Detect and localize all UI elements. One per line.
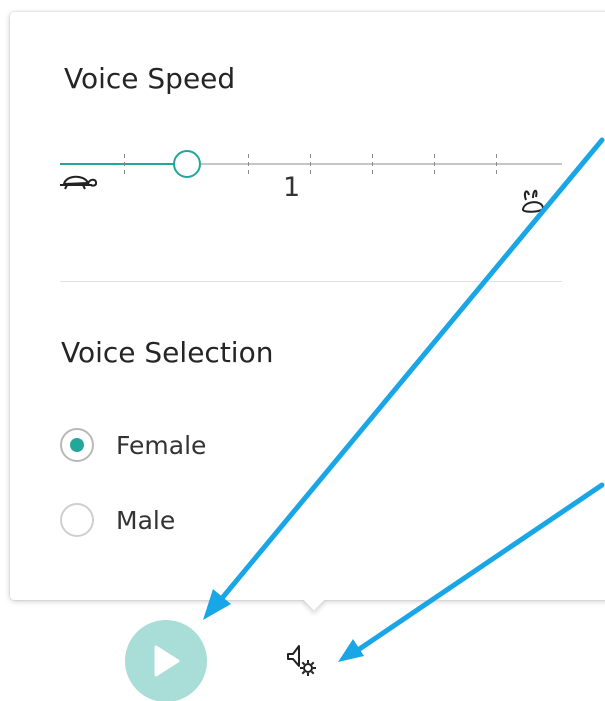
slider-tick	[434, 154, 435, 174]
section-divider	[60, 281, 562, 282]
male-label: Male	[116, 505, 176, 535]
voice-option-male[interactable]: Male	[60, 503, 175, 537]
voice-speed-heading: Voice Speed	[64, 62, 236, 95]
female-radio[interactable]	[60, 428, 94, 462]
turtle-icon	[60, 175, 98, 190]
speed-value: 1	[283, 172, 301, 203]
slider-tick	[372, 154, 373, 174]
slider-tick	[124, 154, 125, 174]
arrow-head-settings	[338, 639, 364, 662]
voice-selection-heading: Voice Selection	[61, 336, 274, 369]
voice-speed-slider[interactable]	[60, 150, 562, 178]
female-label: Female	[116, 430, 207, 460]
slider-thumb[interactable]	[173, 150, 201, 178]
play-icon	[154, 645, 180, 677]
rabbit-icon	[521, 189, 545, 213]
read-aloud-screen: Voice Speed 1 Voice Selection Female Mal…	[0, 0, 605, 701]
play-button[interactable]	[125, 620, 207, 701]
slider-tick	[310, 154, 311, 174]
slider-tick	[496, 154, 497, 174]
voice-settings-icon[interactable]	[284, 640, 324, 680]
voice-option-female[interactable]: Female	[60, 428, 206, 462]
male-radio[interactable]	[60, 503, 94, 537]
slider-track-fill	[60, 163, 186, 165]
slider-tick	[248, 154, 249, 174]
